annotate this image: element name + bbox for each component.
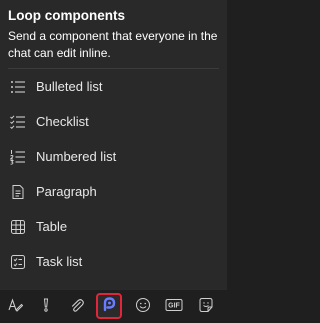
- gif-label: GIF: [168, 302, 180, 309]
- panel-header: Loop components Send a component that ev…: [0, 0, 227, 62]
- checklist-icon: [9, 113, 27, 131]
- sticker-icon: [198, 297, 214, 318]
- attach-icon: [69, 297, 85, 318]
- important-button[interactable]: [35, 296, 57, 318]
- item-numbered-list[interactable]: Numbered list: [0, 139, 227, 174]
- item-label: Table: [36, 219, 68, 234]
- item-table[interactable]: Table: [0, 209, 227, 244]
- numbered-list-icon: [9, 148, 27, 166]
- attach-button[interactable]: [66, 296, 88, 318]
- format-icon: [7, 297, 24, 318]
- loop-icon: [101, 296, 117, 317]
- table-icon: [9, 218, 27, 236]
- loop-button[interactable]: [96, 293, 122, 319]
- bulleted-list-icon: [9, 78, 27, 96]
- emoji-icon: [135, 297, 151, 318]
- item-label: Checklist: [36, 114, 89, 129]
- format-button[interactable]: [4, 296, 26, 318]
- item-bulleted-list[interactable]: Bulleted list: [0, 69, 227, 104]
- paragraph-icon: [9, 183, 27, 201]
- gif-button[interactable]: GIF: [163, 296, 185, 318]
- item-task-list[interactable]: Task list: [0, 244, 227, 279]
- compose-toolbar: GIF: [0, 289, 227, 323]
- loop-components-panel: Loop components Send a component that ev…: [0, 0, 227, 323]
- item-paragraph[interactable]: Paragraph: [0, 174, 227, 209]
- item-label: Paragraph: [36, 184, 97, 199]
- panel-description: Send a component that everyone in the ch…: [8, 29, 218, 60]
- panel-title: Loop components: [8, 8, 125, 23]
- item-label: Bulleted list: [36, 79, 103, 94]
- item-label: Task list: [36, 254, 83, 269]
- component-list: Bulleted list Checklist Numbered list Pa…: [0, 69, 227, 279]
- item-label: Numbered list: [36, 149, 117, 164]
- emoji-button[interactable]: [132, 296, 154, 318]
- item-checklist[interactable]: Checklist: [0, 104, 227, 139]
- sticker-button[interactable]: [195, 296, 217, 318]
- gif-icon: GIF: [165, 297, 183, 318]
- task-list-icon: [9, 253, 27, 271]
- important-icon: [38, 297, 54, 318]
